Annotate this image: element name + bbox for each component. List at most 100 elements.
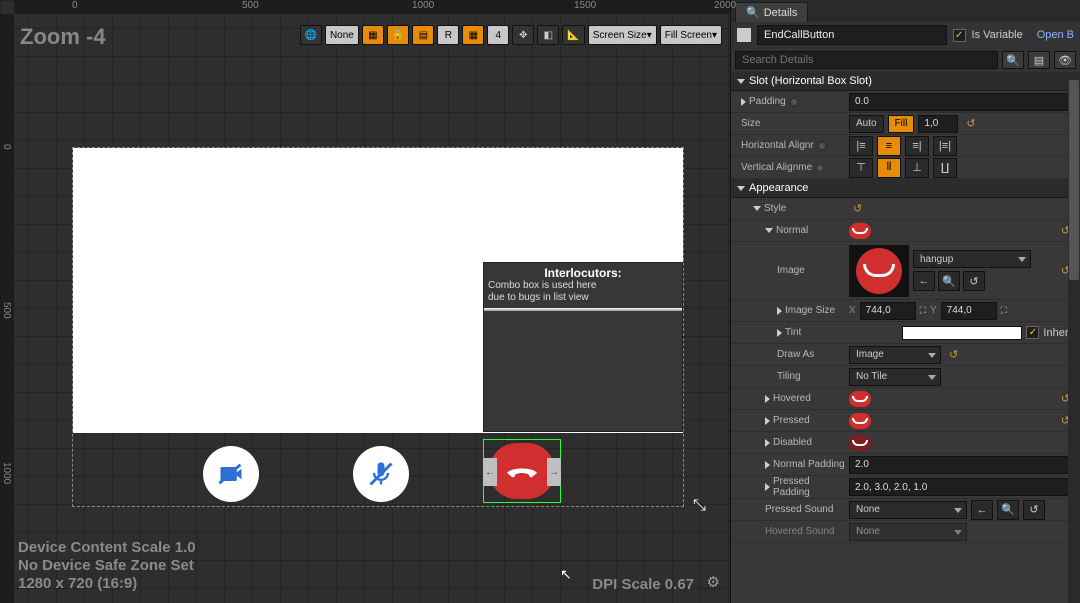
reset-to-default-icon[interactable]: ↺: [962, 117, 979, 130]
expand-triangle-icon[interactable]: [765, 395, 770, 403]
search-icon[interactable]: 🔍: [1002, 51, 1024, 69]
tint-color-swatch[interactable]: [902, 326, 1022, 340]
halign-left-icon[interactable]: |≡: [849, 136, 873, 156]
end-call-button[interactable]: [489, 443, 555, 499]
row-pressed: Pressed ↺: [731, 410, 1080, 432]
is-variable-checkbox[interactable]: [953, 29, 966, 42]
grid-size-field[interactable]: 4: [487, 25, 509, 45]
lock-icon[interactable]: 🔒: [387, 25, 409, 45]
tiling-dropdown[interactable]: No Tile: [849, 368, 941, 386]
grid-toggle-button[interactable]: ▦: [462, 25, 484, 45]
zoom-label: Zoom -4: [20, 24, 106, 50]
resize-handle-left-icon[interactable]: ←: [483, 458, 497, 486]
none-button[interactable]: None: [325, 25, 359, 45]
expand-triangle-icon[interactable]: [753, 206, 761, 211]
visibility-eye-icon[interactable]: 👁: [1054, 51, 1076, 69]
draw-as-dropdown[interactable]: Image: [849, 346, 941, 364]
tab-details[interactable]: 🔍 Details: [735, 2, 808, 22]
expand-triangle-icon[interactable]: [777, 307, 782, 315]
search-details-input[interactable]: [735, 51, 998, 69]
padding-input[interactable]: [849, 93, 1074, 111]
valign-top-icon[interactable]: ⊤: [849, 158, 873, 178]
expand-triangle-icon[interactable]: [765, 228, 773, 233]
bind-pin-icon[interactable]: [815, 163, 825, 173]
size-auto-button[interactable]: Auto: [849, 115, 884, 133]
use-selected-asset-icon[interactable]: ←: [971, 500, 993, 520]
pressed-padding-input[interactable]: [849, 478, 1074, 496]
zoom-tool-icon[interactable]: ◧: [537, 25, 559, 45]
size-fill-button[interactable]: Fill: [888, 115, 915, 133]
fill-screen-dropdown[interactable]: Fill Screen▾: [660, 25, 722, 45]
layout-dash-button[interactable]: ▤: [412, 25, 434, 45]
expand-triangle-icon[interactable]: [741, 98, 746, 106]
image-size-y-input[interactable]: [941, 302, 997, 320]
valign-bottom-icon[interactable]: ⊥: [905, 158, 929, 178]
mouse-cursor-icon: ↖: [560, 566, 572, 583]
ruler-tick: 500: [1, 302, 12, 319]
reset-to-default-icon[interactable]: ↺: [945, 348, 962, 361]
resize-handle-right-icon[interactable]: →: [547, 458, 561, 486]
use-selected-asset-icon[interactable]: ←: [913, 271, 935, 291]
row-image: Image hangup ← 🔍 ↺ ↺: [731, 242, 1080, 300]
halign-right-icon[interactable]: ≡|: [905, 136, 929, 156]
move-icon[interactable]: ✥: [512, 25, 534, 45]
valign-center-icon[interactable]: ⫴: [877, 158, 901, 178]
expand-y-icon[interactable]: ⛶: [1001, 305, 1007, 316]
hovered-sound-dropdown[interactable]: None: [849, 523, 967, 541]
inherit-checkbox[interactable]: [1026, 326, 1039, 339]
layout-outline-button[interactable]: ▦: [362, 25, 384, 45]
browse-asset-icon[interactable]: 🔍: [938, 271, 960, 291]
property-matrix-icon[interactable]: ▤: [1028, 51, 1050, 69]
is-variable-label: Is Variable: [972, 29, 1023, 41]
halign-fill-icon[interactable]: |≡|: [933, 136, 957, 156]
combo-box-placeholder[interactable]: [484, 308, 682, 311]
row-tint: Tint Inherit: [731, 322, 1080, 344]
halign-center-icon[interactable]: ≡: [877, 136, 901, 156]
reset-asset-icon[interactable]: ↺: [963, 271, 985, 291]
reset-to-default-icon[interactable]: ↺: [849, 202, 866, 215]
normal-padding-input[interactable]: [849, 456, 1074, 474]
image-size-x-input[interactable]: [860, 302, 916, 320]
expand-triangle-icon[interactable]: [765, 461, 770, 469]
viewport-settings-gear-icon[interactable]: ⚙: [707, 573, 720, 591]
expand-triangle-icon: [737, 79, 745, 84]
selected-widget-outline[interactable]: ← →: [483, 439, 561, 503]
section-slot[interactable]: Slot (Horizontal Box Slot): [731, 72, 1080, 91]
image-asset-preview[interactable]: [849, 245, 909, 297]
search-row: 🔍 ▤ 👁: [731, 48, 1080, 72]
open-blueprint-link[interactable]: Open B: [1037, 29, 1074, 41]
interlocutors-note: due to bugs in list view: [484, 292, 682, 304]
expand-triangle-icon[interactable]: [765, 439, 770, 447]
resolution-icon[interactable]: 📐: [562, 25, 584, 45]
image-asset-dropdown[interactable]: hangup: [913, 250, 1031, 268]
bind-pin-icon[interactable]: [789, 97, 799, 107]
expand-triangle-icon[interactable]: [765, 417, 770, 425]
valign-fill-icon[interactable]: ∐: [933, 158, 957, 178]
ruler-tick: 1500: [574, 0, 596, 11]
details-scroll-area[interactable]: Slot (Horizontal Box Slot) Padding Size …: [731, 72, 1080, 603]
bind-pin-icon[interactable]: [817, 141, 827, 151]
scrollbar-thumb[interactable]: [1069, 80, 1079, 280]
resize-corner-icon[interactable]: ⤡: [693, 497, 706, 515]
row-size: Size Auto Fill ↺: [731, 113, 1080, 135]
toggle-mic-button[interactable]: [353, 446, 409, 502]
localization-button[interactable]: 🌐: [300, 25, 322, 45]
pressed-sound-dropdown[interactable]: None: [849, 501, 967, 519]
details-scrollbar[interactable]: [1068, 80, 1080, 603]
expand-triangle-icon[interactable]: [765, 483, 770, 491]
browse-asset-icon[interactable]: 🔍: [997, 500, 1019, 520]
widget-root-area[interactable]: Interlocutors: Combo box is used here du…: [73, 148, 683, 506]
ruler-tick: 500: [242, 0, 259, 11]
toggle-camera-button[interactable]: [203, 446, 259, 502]
interlocutors-note: Combo box is used here: [484, 280, 682, 292]
section-appearance[interactable]: Appearance: [731, 179, 1080, 198]
r-button[interactable]: R: [437, 25, 459, 45]
screen-size-dropdown[interactable]: Screen Size▾: [588, 25, 657, 45]
expand-x-icon[interactable]: ⛶: [920, 305, 926, 316]
size-value-input[interactable]: [918, 115, 958, 133]
expand-triangle-icon[interactable]: [777, 329, 782, 337]
ruler-horizontal: 0 500 1000 1500 2000: [14, 0, 730, 14]
dpi-scale-label: DPI Scale 0.67: [592, 576, 694, 593]
reset-asset-icon[interactable]: ↺: [1023, 500, 1045, 520]
widget-name-input[interactable]: [757, 25, 947, 45]
